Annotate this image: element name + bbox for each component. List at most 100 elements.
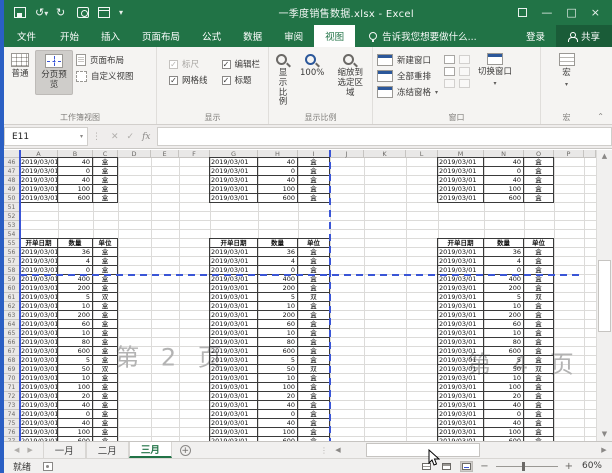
cell[interactable]: 5 [258,356,298,365]
sign-in-button[interactable]: 登录 [515,25,556,47]
cell[interactable]: 40 [58,176,93,185]
zoom-slider-thumb[interactable] [522,462,525,471]
cell[interactable]: 2019/03/01 [438,329,484,338]
cell[interactable]: 2019/03/01 [20,383,58,392]
row-header-55[interactable]: 55 [4,239,20,248]
cell[interactable]: 10 [258,302,298,311]
cell[interactable]: 盒 [93,329,118,338]
cell[interactable]: 2019/03/01 [20,284,58,293]
cell[interactable]: 40 [58,419,93,428]
cell[interactable]: 双 [93,365,118,374]
page-break-line[interactable] [20,274,584,276]
cell[interactable]: 盒 [524,320,554,329]
tab-file[interactable]: 文件 [4,25,49,47]
zoom-in-icon[interactable]: + [565,461,573,472]
tell-me-box[interactable]: 告诉我您想要做什么... [369,25,477,47]
cell[interactable]: 2019/03/01 [438,356,484,365]
new-sheet-button[interactable]: + [172,442,199,458]
cell[interactable]: 10 [258,329,298,338]
zoom-slider[interactable] [496,461,558,472]
column-header-P[interactable]: P [554,150,584,158]
row-header-50[interactable]: 50 [4,194,20,203]
cell[interactable]: 双 [524,365,554,374]
cell[interactable]: 2019/03/01 [20,302,58,311]
cell[interactable]: 盒 [93,302,118,311]
cell[interactable]: 盒 [93,356,118,365]
cell[interactable]: 盒 [93,410,118,419]
cell[interactable]: 2019/03/01 [20,338,58,347]
cell[interactable]: 2019/03/01 [438,365,484,374]
cell[interactable]: 2019/03/01 [20,194,58,203]
table-header-cell[interactable]: 单位 [93,239,118,248]
cell[interactable]: 盒 [93,437,118,441]
cell[interactable]: 2019/03/01 [210,248,258,257]
cell[interactable]: 盒 [524,167,554,176]
tab-home[interactable]: 开始 [49,25,90,47]
cell[interactable]: 2019/03/01 [20,185,58,194]
cell[interactable]: 600 [258,347,298,356]
freeze-panes-button[interactable]: 冻结窗格 ▾ [377,86,438,98]
cell[interactable]: 盒 [93,347,118,356]
cell[interactable]: 2019/03/01 [210,293,258,302]
row-header-48[interactable]: 48 [4,176,20,185]
cell[interactable]: 600 [484,194,524,203]
cell[interactable]: 36 [484,248,524,257]
row-header-62[interactable]: 62 [4,302,20,311]
cell[interactable]: 盒 [93,176,118,185]
cell[interactable]: 盒 [298,176,330,185]
cell[interactable]: 盒 [93,158,118,167]
cell[interactable]: 盒 [524,248,554,257]
cell[interactable]: 10 [258,374,298,383]
row-header-69[interactable]: 69 [4,365,20,374]
column-header-L[interactable]: L [406,150,438,158]
cell[interactable]: 2019/03/01 [438,401,484,410]
cell[interactable]: 双 [93,293,118,302]
row-header-71[interactable]: 71 [4,383,20,392]
cell[interactable]: 36 [58,248,93,257]
cell[interactable]: 2019/03/01 [210,383,258,392]
zoom-button[interactable]: 显示比例 [272,50,294,111]
redo-icon[interactable]: ↻ [56,7,68,18]
cell[interactable]: 40 [58,401,93,410]
cell[interactable]: 2019/03/01 [20,311,58,320]
cell[interactable]: 80 [58,338,93,347]
cell[interactable]: 2019/03/01 [438,428,484,437]
cell[interactable]: 2019/03/01 [438,383,484,392]
cell[interactable]: 2019/03/01 [210,320,258,329]
cell[interactable]: 20 [484,392,524,401]
cell[interactable]: 5 [484,356,524,365]
cell[interactable]: 2019/03/01 [438,311,484,320]
customize-qat-icon[interactable]: ▾ [119,8,123,17]
cell[interactable]: 2019/03/01 [20,320,58,329]
cell[interactable]: 2019/03/01 [20,374,58,383]
cell[interactable]: 2019/03/01 [210,302,258,311]
cell[interactable]: 盒 [524,311,554,320]
cell[interactable]: 10 [484,302,524,311]
cell[interactable]: 100 [58,185,93,194]
cell[interactable]: 2019/03/01 [20,257,58,266]
cell[interactable]: 2019/03/01 [438,302,484,311]
cell[interactable]: 600 [258,437,298,441]
cell[interactable]: 40 [484,419,524,428]
cell[interactable]: 2019/03/01 [210,392,258,401]
cell[interactable]: 20 [58,392,93,401]
cell[interactable]: 2019/03/01 [438,338,484,347]
cell[interactable]: 盒 [93,185,118,194]
cell[interactable]: 2019/03/01 [20,347,58,356]
cell[interactable]: 2019/03/01 [210,356,258,365]
cell[interactable]: 5 [484,293,524,302]
cell[interactable]: 盒 [93,320,118,329]
cell[interactable]: 0 [258,410,298,419]
cell[interactable]: 200 [58,311,93,320]
cell[interactable]: 双 [298,365,330,374]
cell[interactable]: 40 [484,158,524,167]
cell[interactable]: 盒 [298,194,330,203]
macro-record-icon[interactable] [43,462,53,471]
cell[interactable]: 2019/03/01 [20,248,58,257]
cell[interactable]: 2019/03/01 [20,392,58,401]
zoom-100-button[interactable]: 100% [296,50,328,82]
cell[interactable]: 盒 [524,419,554,428]
sheet-tab-march[interactable]: 三月 [129,442,172,458]
cell[interactable]: 盒 [524,158,554,167]
cell[interactable]: 2019/03/01 [438,167,484,176]
